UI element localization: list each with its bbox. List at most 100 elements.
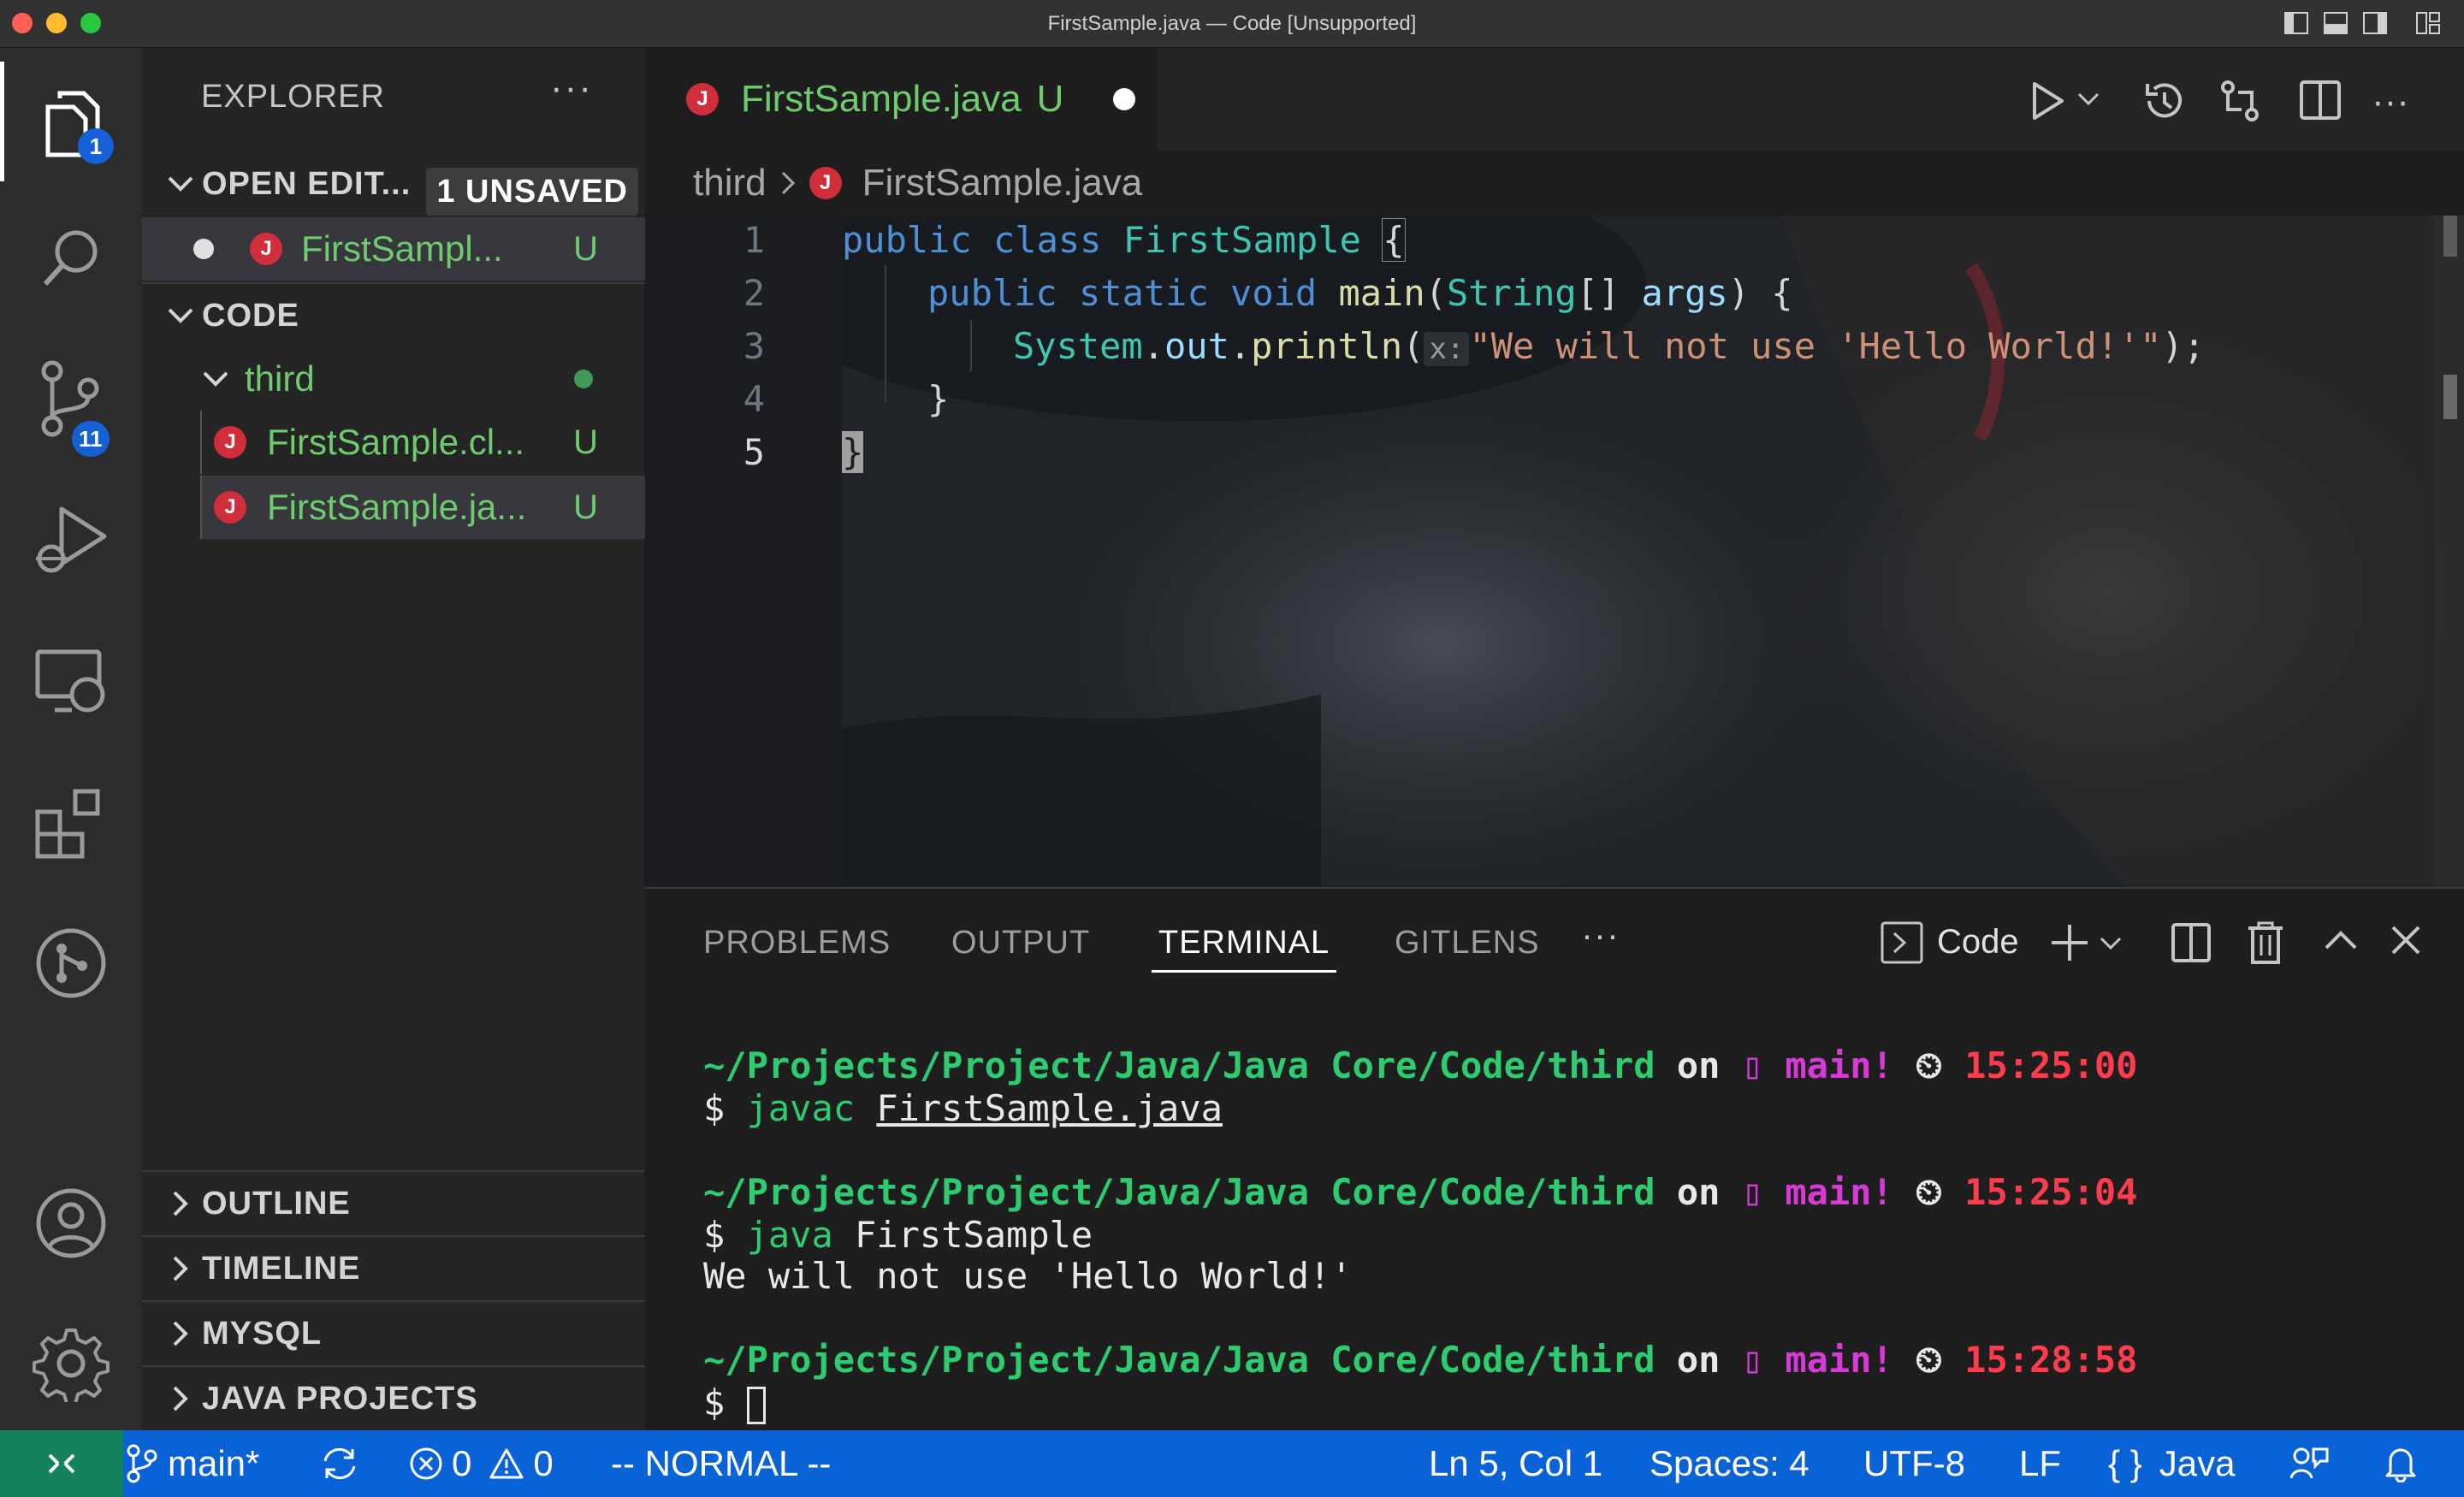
explorer-sidebar: EXPLORER ··· OPEN EDIT... 1 UNSAVED J Fi… — [142, 48, 645, 1430]
section-divider — [142, 282, 645, 284]
terminal-time: 15:25:00 — [1964, 1044, 2138, 1086]
file-item[interactable]: J FirstSample.cl... U — [200, 411, 645, 474]
explorer-more-button[interactable]: ··· — [550, 67, 593, 109]
tab-firstsample-java[interactable]: J FirstSample.java U — [645, 48, 1157, 151]
new-terminal-icon[interactable] — [2050, 923, 2089, 962]
open-editor-filename: FirstSampl... — [301, 228, 503, 269]
editor-more-button[interactable]: ··· — [2372, 80, 2409, 123]
terminal-time: 15:28:58 — [1964, 1339, 2138, 1381]
terminal-prompt-line: ~/Projects/Project/Java/Java Core/Code/t… — [703, 1044, 2137, 1087]
untracked-status: U — [573, 488, 598, 526]
indent-guide — [885, 265, 886, 402]
breadcrumb-folder[interactable]: third — [693, 162, 767, 204]
trash-icon[interactable] — [2247, 921, 2284, 964]
source-control-activity[interactable]: 11 — [0, 339, 142, 459]
outline-section[interactable]: OUTLINE — [142, 1174, 645, 1234]
scrollbar-thumb[interactable] — [2443, 216, 2457, 257]
unsaved-dot-icon[interactable] — [1111, 86, 1137, 112]
prompt-symbol: $ — [703, 1382, 726, 1423]
tab-problems[interactable]: PROBLEMS — [703, 925, 891, 962]
terminal-on: on — [1676, 1044, 1721, 1086]
indentation[interactable]: Spaces: 4 — [1650, 1430, 1810, 1497]
explorer-activity[interactable]: 1 — [0, 62, 142, 181]
search-activity[interactable] — [0, 198, 142, 318]
gitlens-activity[interactable] — [0, 903, 142, 1023]
branch-icon: ▯ — [1741, 1044, 1764, 1086]
end-of-line[interactable]: LF — [2019, 1430, 2061, 1497]
problems-indicator[interactable]: 0 0 — [409, 1430, 554, 1497]
remote-explorer-activity[interactable] — [0, 623, 142, 743]
accounts-activity[interactable] — [0, 1163, 142, 1283]
feedback-button[interactable] — [2289, 1430, 2329, 1497]
maximize-panel-icon[interactable] — [2324, 930, 2358, 950]
sync-button[interactable] — [320, 1430, 359, 1497]
branch-icon: ▯ — [1741, 1339, 1764, 1381]
terminal-instance-name[interactable]: Code — [1937, 923, 2019, 962]
scrollbar-marker — [2443, 375, 2457, 419]
feedback-icon — [2289, 1446, 2329, 1482]
method-name: main — [1338, 272, 1425, 314]
terminal-path: ~/Projects/Project/Java/Java Core/Code/t… — [703, 1339, 1656, 1381]
terminal-branch: main! — [1785, 1339, 1893, 1381]
manage-activity[interactable] — [0, 1304, 142, 1423]
extensions-activity[interactable] — [0, 763, 142, 883]
split-editor-icon[interactable] — [2300, 80, 2341, 120]
language-mode[interactable]: { } Java — [2108, 1430, 2235, 1497]
chevron-down-icon[interactable] — [2100, 937, 2122, 950]
language-name: Java — [2159, 1443, 2236, 1483]
section-divider — [142, 1235, 645, 1237]
terminal-branch: main! — [1785, 1171, 1893, 1213]
mysql-section[interactable]: MYSQL — [142, 1304, 645, 1364]
tab-terminal[interactable]: TERMINAL — [1152, 925, 1337, 973]
code-editor[interactable]: 1 2 3 4 5 public class FirstSample { pub… — [645, 216, 2464, 887]
editor-background-image — [842, 216, 2464, 887]
account-icon — [33, 1185, 110, 1262]
clock-icon: ⏲ — [1915, 1044, 1943, 1086]
tab-gitlens[interactable]: GITLENS — [1395, 925, 1540, 962]
remote-indicator[interactable] — [0, 1430, 123, 1497]
vertical-scrollbar[interactable] — [2435, 216, 2464, 887]
toggle-primary-sidebar-icon[interactable] — [2284, 12, 2308, 34]
open-editor-item[interactable]: J FirstSampl... U — [142, 217, 645, 281]
breadcrumb-file[interactable]: FirstSample.java — [862, 162, 1143, 204]
tab-output[interactable]: OUTPUT — [951, 925, 1090, 962]
timeline-label: TIMELINE — [202, 1250, 361, 1287]
run-debug-activity[interactable] — [0, 481, 142, 601]
folder-third[interactable]: third — [142, 347, 645, 411]
file-item-selected[interactable]: J FirstSample.ja... U — [200, 476, 645, 539]
close-panel-icon[interactable] — [2390, 925, 2421, 956]
terminal-time: 15:25:04 — [1964, 1171, 2138, 1213]
chevron-down-icon[interactable] — [2077, 92, 2100, 106]
compare-changes-icon[interactable] — [2218, 79, 2262, 123]
split-terminal-icon[interactable] — [2171, 923, 2211, 962]
outline-label: OUTLINE — [202, 1185, 351, 1222]
keyword: void — [1230, 272, 1318, 314]
window-title: FirstSample.java — Code [Unsupported] — [1047, 12, 1417, 35]
terminal-command-line: $ — [703, 1382, 766, 1424]
section-divider — [142, 1365, 645, 1367]
unsaved-dot-icon[interactable] — [142, 237, 224, 261]
file-name: FirstSample.ja... — [267, 487, 527, 527]
java-projects-section[interactable]: JAVA PROJECTS — [142, 1369, 645, 1429]
code-folder-section[interactable]: CODE — [142, 286, 645, 346]
open-editors-section[interactable]: OPEN EDIT... 1 UNSAVED — [142, 154, 645, 216]
customize-layout-icon[interactable] — [2416, 12, 2440, 34]
encoding[interactable]: UTF-8 — [1863, 1430, 1965, 1497]
chevron-right-icon — [142, 1190, 202, 1217]
toggle-secondary-sidebar-icon[interactable] — [2363, 12, 2387, 34]
breadcrumb: third J FirstSample.java — [645, 151, 2464, 216]
line-number: 1 — [743, 219, 765, 261]
toggle-panel-icon[interactable] — [2324, 12, 2348, 34]
cursor-position[interactable]: Ln 5, Col 1 — [1429, 1430, 1602, 1497]
terminal-path: ~/Projects/Project/Java/Java Core/Code/t… — [703, 1044, 1656, 1086]
notifications-button[interactable] — [2384, 1430, 2418, 1497]
branch-indicator[interactable]: main* — [125, 1430, 259, 1497]
gear-icon — [33, 1325, 110, 1402]
sync-icon — [320, 1446, 359, 1482]
untracked-status: U — [573, 229, 598, 268]
history-icon[interactable] — [2141, 79, 2185, 123]
timeline-section[interactable]: TIMELINE — [142, 1239, 645, 1299]
punctuation: . — [1229, 325, 1252, 367]
run-icon[interactable] — [2031, 80, 2065, 121]
panel-more-button[interactable]: ··· — [1581, 914, 1620, 956]
